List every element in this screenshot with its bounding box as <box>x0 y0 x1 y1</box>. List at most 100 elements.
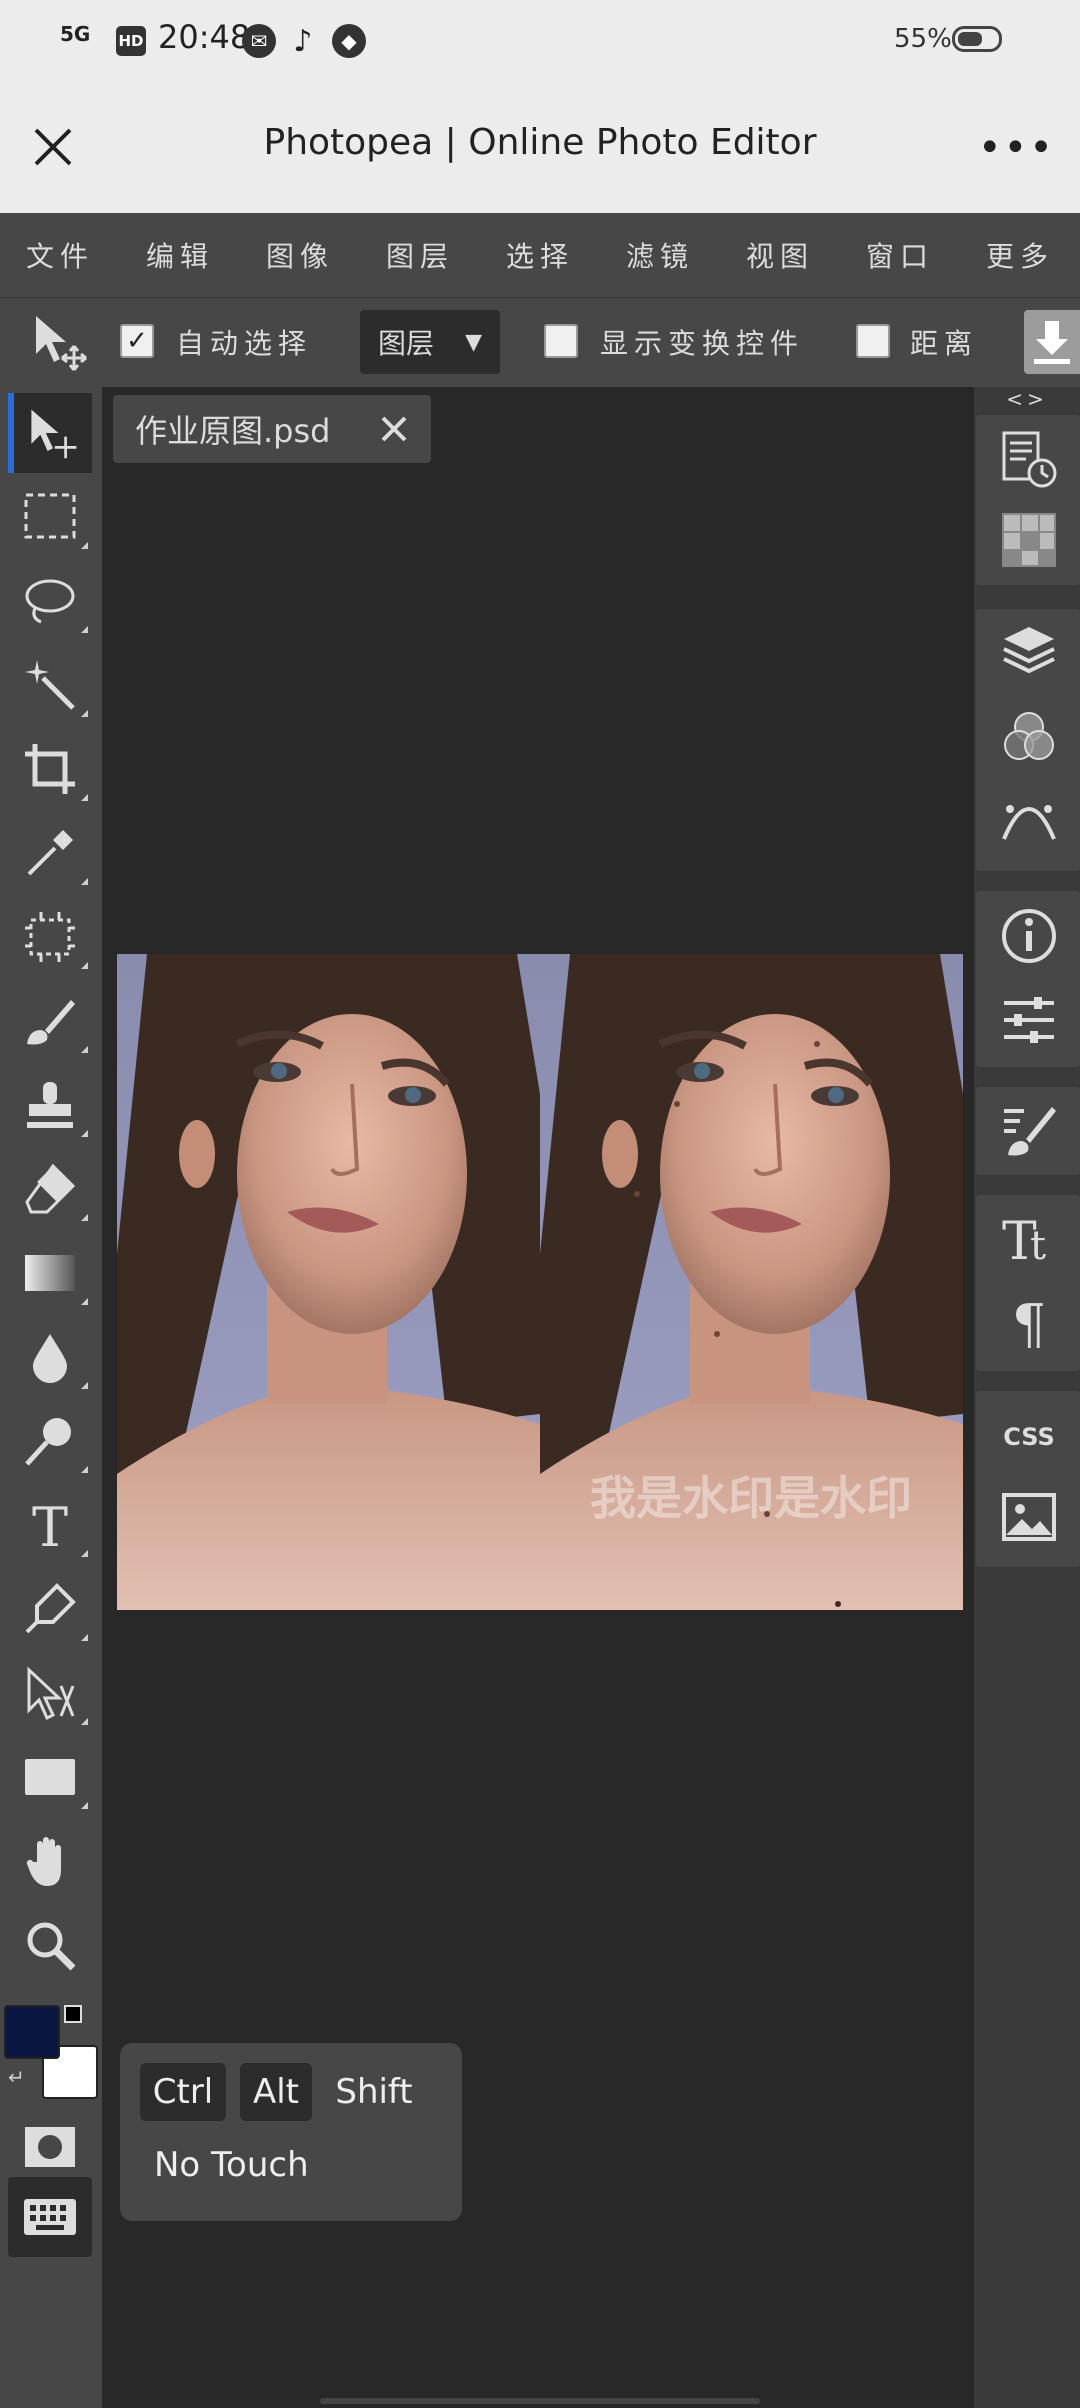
document-canvas-image[interactable]: 我是水印是水印 <box>117 954 963 1610</box>
browser-title-bar: Photopea | Online Photo Editor ••• <box>0 80 1080 213</box>
status-bar: 5G HD 20:48 ✉ ♪ ◆ 55% <box>0 0 1080 80</box>
show-transform-checkbox[interactable] <box>544 324 578 358</box>
close-tab-icon[interactable] <box>379 414 409 444</box>
dodge-tool[interactable] <box>8 1401 92 1481</box>
frame-tool[interactable] <box>8 897 92 977</box>
hand-tool[interactable] <box>8 1821 92 1901</box>
swatches-icon[interactable] <box>1000 511 1058 569</box>
alt-key[interactable]: Alt <box>240 2063 312 2121</box>
move-icon <box>31 409 77 459</box>
gesture-bar <box>320 2398 760 2404</box>
marquee-tool[interactable] <box>8 477 92 557</box>
stamp-icon <box>27 1082 73 1128</box>
magnifier-icon <box>27 1922 76 1971</box>
magic-wand-tool[interactable] <box>8 645 92 725</box>
panel-group-layers <box>976 609 1080 871</box>
auto-select-target-dropdown[interactable]: 图层 ▼ <box>360 310 500 374</box>
eraser-tool[interactable] <box>8 1149 92 1229</box>
drop-icon <box>33 1334 67 1383</box>
eraser-icon <box>25 1163 76 1214</box>
quick-mask-button[interactable] <box>8 2107 92 2187</box>
character-icon[interactable]: Tt <box>1000 1209 1058 1267</box>
menu-image[interactable]: 图像 <box>240 235 360 275</box>
page-title: Photopea | Online Photo Editor <box>263 122 817 163</box>
lasso-icon <box>25 579 75 624</box>
shift-key[interactable]: Shift <box>326 2063 422 2121</box>
right-panels: <> Tt ¶ CSS <box>974 387 1080 2408</box>
paragraph-icon[interactable]: ¶ <box>1000 1293 1058 1351</box>
document-tab[interactable]: 作业原图.psd <box>113 395 431 463</box>
stamp-tool[interactable] <box>8 1065 92 1145</box>
image-icon[interactable] <box>1000 1489 1058 1547</box>
frame-icon <box>25 912 75 962</box>
download-button[interactable] <box>1024 310 1080 374</box>
ctrl-key[interactable]: Ctrl <box>140 2063 226 2121</box>
compass-icon: ◆ <box>332 24 366 58</box>
show-transform-label: 显示变换控件 <box>600 327 805 360</box>
tiktok-icon: ♪ <box>293 23 313 59</box>
dropdown-value: 图层 <box>378 327 435 360</box>
panel-group-brush <box>976 1087 1080 1175</box>
channels-icon[interactable] <box>1000 707 1058 765</box>
after-photo: 我是水印是水印 <box>540 954 963 1610</box>
history-icon[interactable] <box>1000 431 1058 489</box>
eyedropper-tool[interactable] <box>8 813 92 893</box>
chevron-down-icon: ▼ <box>465 329 482 355</box>
auto-select-checkbox[interactable]: ✓ <box>120 324 154 358</box>
keyboard-toggle-button[interactable] <box>8 2177 92 2257</box>
shape-tool[interactable] <box>8 1737 92 1817</box>
menu-layer[interactable]: 图层 <box>360 235 480 275</box>
signal-indicator: 5G <box>60 22 91 46</box>
crop-tool[interactable] <box>8 729 92 809</box>
menu-filter[interactable]: 滤镜 <box>600 235 720 275</box>
eyedropper-icon <box>27 830 73 876</box>
lasso-tool[interactable] <box>8 561 92 641</box>
menu-select[interactable]: 选择 <box>480 235 600 275</box>
clock: 20:48 <box>158 18 251 56</box>
more-options-icon[interactable]: ••• <box>978 128 1055 168</box>
css-icon[interactable]: CSS <box>1000 1407 1058 1465</box>
default-colors-icon[interactable] <box>64 2005 82 2023</box>
layers-icon[interactable] <box>1000 623 1058 681</box>
foreground-color-swatch[interactable] <box>4 2005 60 2059</box>
info-icon[interactable] <box>1000 907 1058 965</box>
battery-percent: 55% <box>894 24 952 54</box>
color-swatches[interactable]: ↵ <box>4 2005 98 2099</box>
crop-icon <box>25 744 75 794</box>
menu-window[interactable]: 窗口 <box>840 235 960 275</box>
distance-label: 距离 <box>910 327 979 360</box>
type-tool[interactable]: T <box>8 1485 92 1565</box>
properties-icon[interactable] <box>1000 991 1058 1049</box>
no-touch-option[interactable]: No Touch <box>154 2145 309 2185</box>
distance-checkbox[interactable] <box>856 324 890 358</box>
zoom-tool[interactable] <box>8 1905 92 1985</box>
blur-tool[interactable] <box>8 1317 92 1397</box>
svg-text:T: T <box>32 1498 68 1552</box>
hd-badge: HD <box>116 26 146 56</box>
gradient-icon <box>25 1255 75 1291</box>
panel-group-css: CSS <box>976 1391 1080 1567</box>
menu-edit[interactable]: 编辑 <box>120 235 240 275</box>
panel-group-history <box>976 415 1080 585</box>
menu-bar: 文件 编辑 图像 图层 选择 滤镜 视图 窗口 更多 <box>0 213 1080 297</box>
path-select-tool[interactable] <box>8 1653 92 1733</box>
gradient-tool[interactable] <box>8 1233 92 1313</box>
menu-more[interactable]: 更多 <box>960 235 1080 275</box>
watermark-text: 我是水印是水印 <box>590 1471 912 1525</box>
tools-panel: T ↵ <box>0 387 102 2408</box>
paths-icon[interactable] <box>1000 789 1058 847</box>
brush-settings-icon[interactable] <box>1000 1101 1058 1159</box>
brush-tool[interactable] <box>8 981 92 1061</box>
menu-file[interactable]: 文件 <box>0 235 120 275</box>
magic-wand-icon <box>25 660 75 710</box>
move-tool[interactable] <box>8 393 92 473</box>
rectangle-icon <box>25 1759 75 1795</box>
swap-colors-icon[interactable]: ↵ <box>8 2065 25 2089</box>
pen-tool[interactable] <box>8 1569 92 1649</box>
keyboard-modifier-panel: Ctrl Alt Shift No Touch <box>120 2043 462 2221</box>
before-photo <box>117 954 540 1610</box>
panel-group-type: Tt ¶ <box>976 1195 1080 1371</box>
panel-collapse-toggle[interactable]: <> <box>974 387 1080 411</box>
menu-view[interactable]: 视图 <box>720 235 840 275</box>
type-icon: T <box>32 1498 68 1552</box>
